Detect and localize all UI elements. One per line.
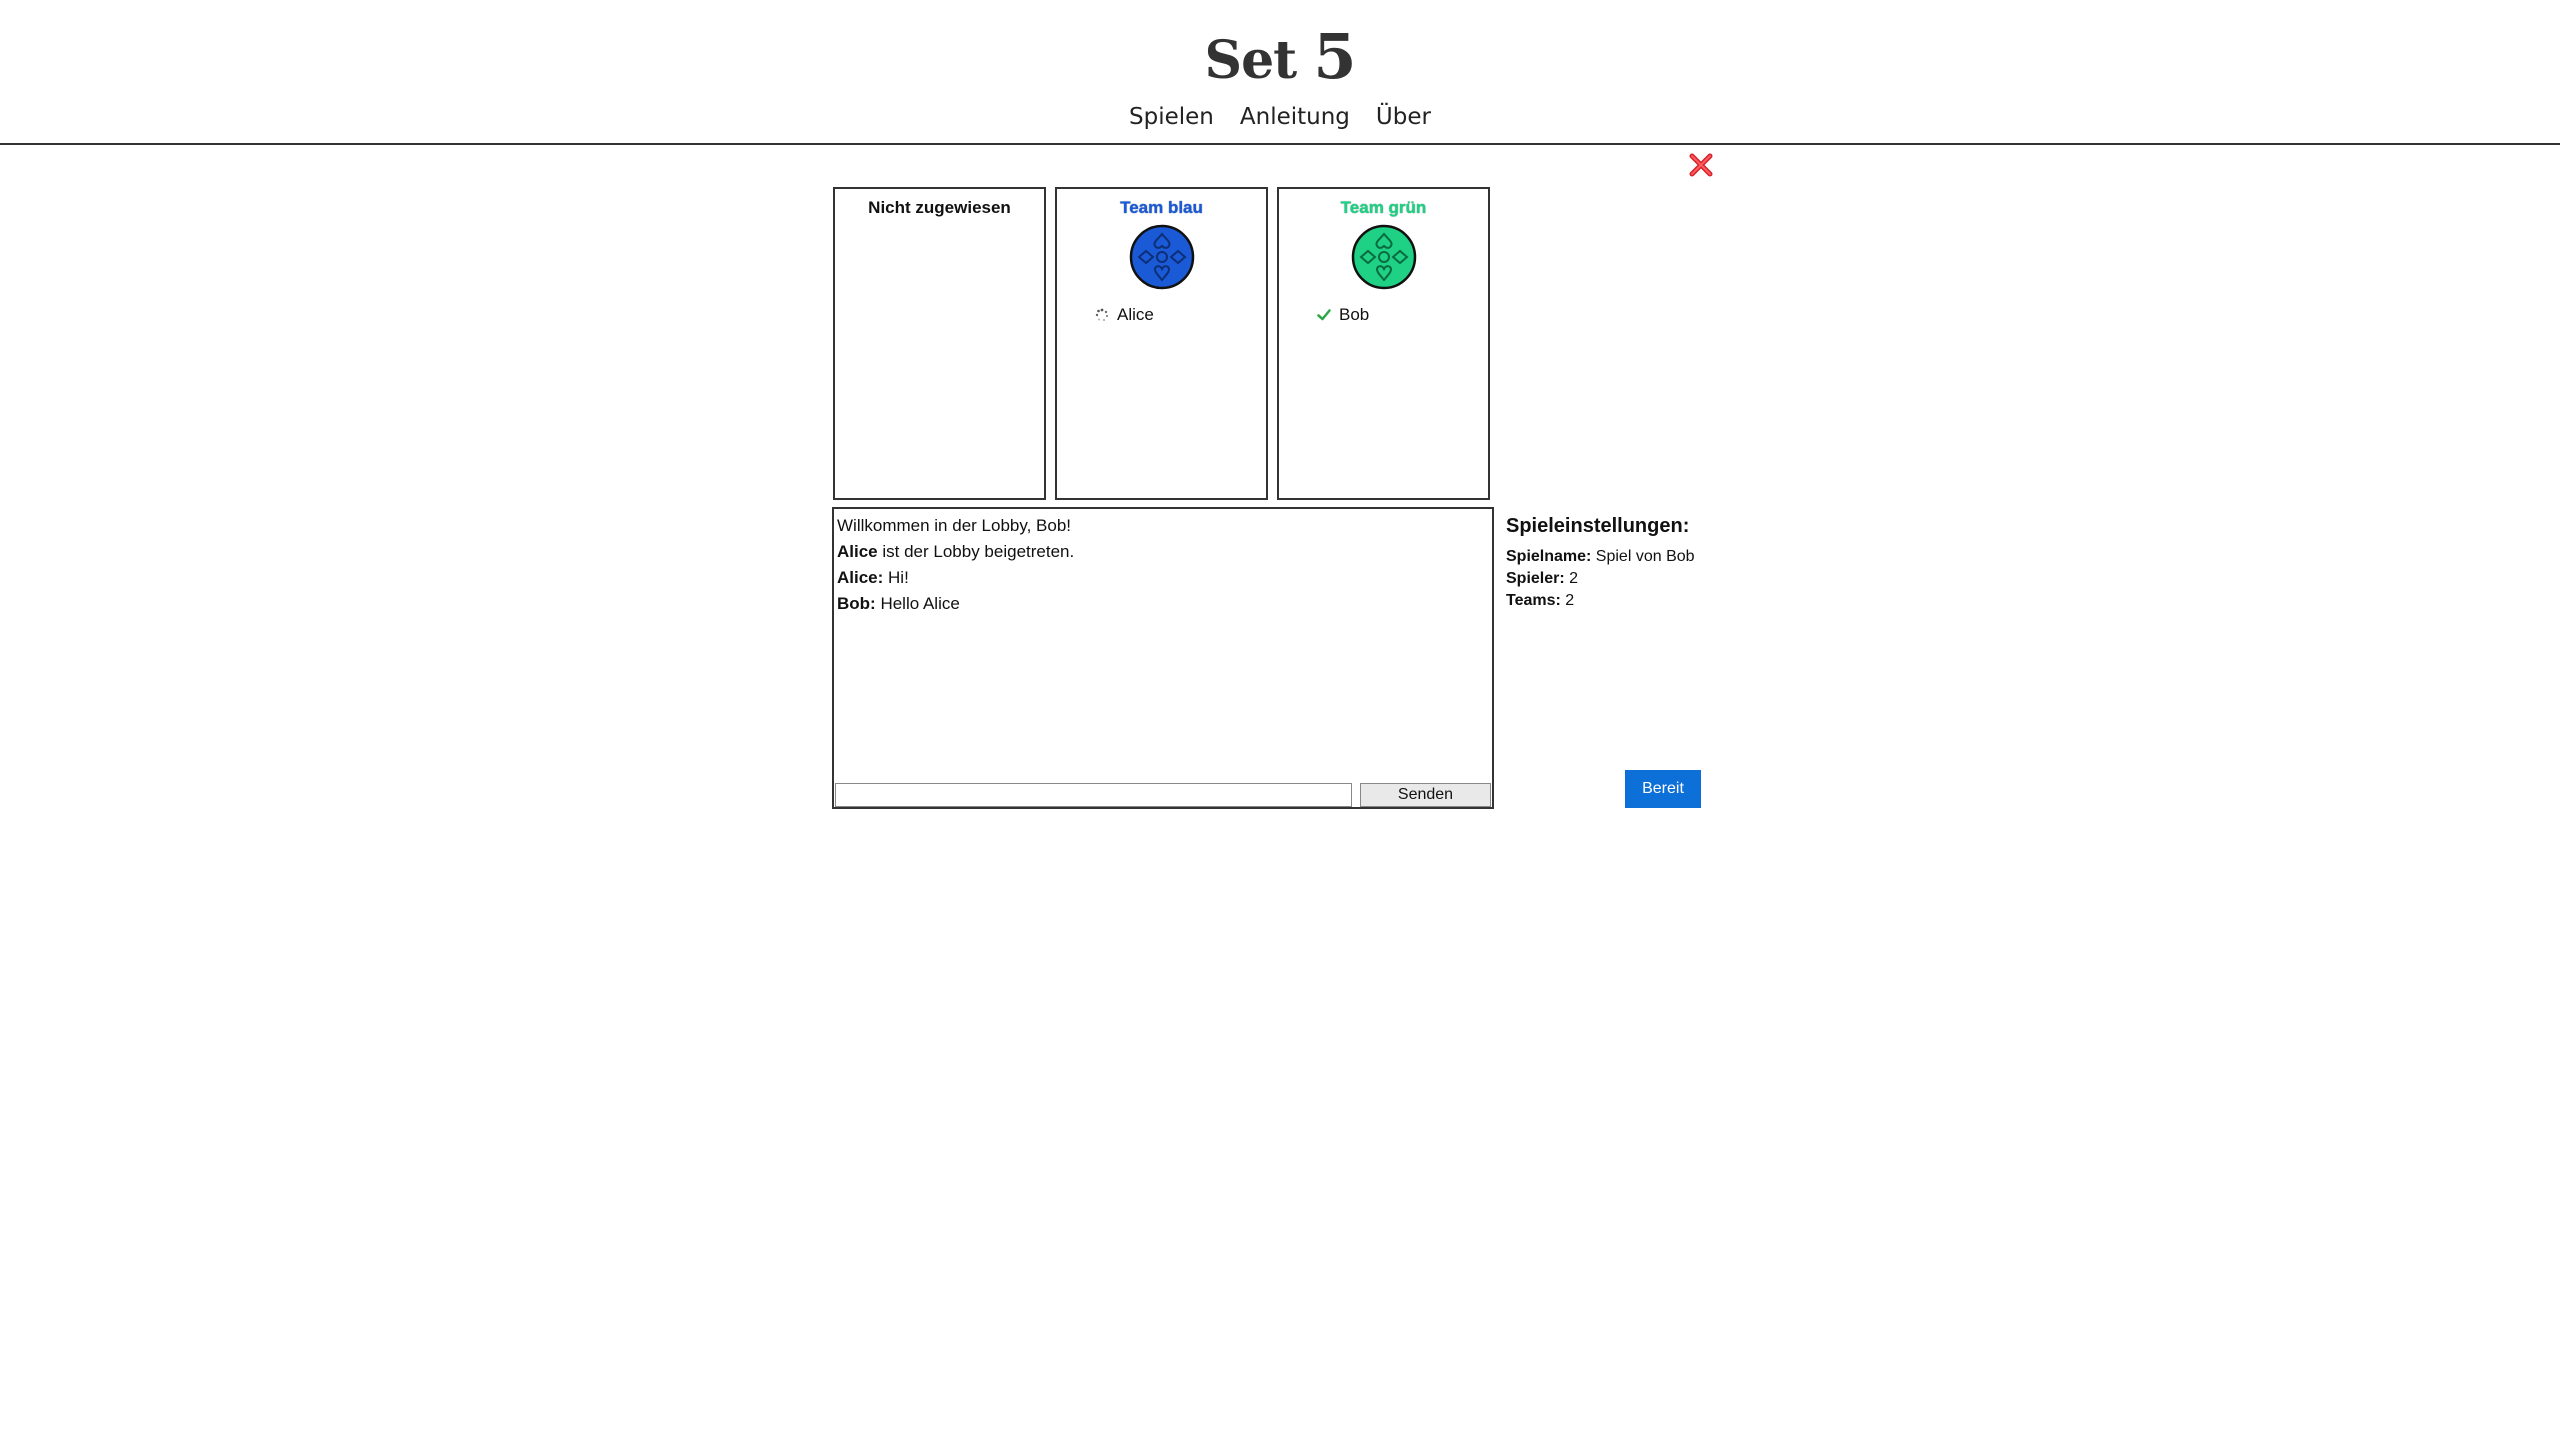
setting-value: 2: [1564, 570, 1579, 587]
nav-spielen[interactable]: Spielen: [1129, 104, 1214, 130]
header-divider: [0, 143, 2560, 145]
chat-sender: Alice:: [837, 568, 884, 587]
card-suits-emblem-icon: [1129, 224, 1194, 290]
setting-players: Spieler: 2: [1506, 568, 1695, 590]
logo-number: 5: [1313, 20, 1356, 93]
loading-spinner-icon: [1095, 308, 1109, 321]
settings-heading: Spieleinstellungen:: [1506, 515, 1690, 537]
game-settings: Spieleinstellungen: Spielname: Spiel von…: [1506, 515, 1695, 612]
team-title-blue: Team blau: [1120, 198, 1203, 217]
chat-text: Hi!: [883, 568, 909, 587]
nav-uber[interactable]: Über: [1376, 104, 1431, 130]
setting-label: Spielname:: [1506, 548, 1592, 565]
team-box-unassigned[interactable]: Nicht zugewiesen: [833, 187, 1046, 500]
setting-value: Spiel von Bob: [1591, 548, 1695, 565]
setting-game-name: Spielname: Spiel von Bob: [1506, 546, 1695, 568]
chat-message: Willkommen in der Lobby, Bob!: [837, 513, 1489, 539]
setting-label: Spieler:: [1506, 570, 1565, 587]
player-alice: Alice: [1095, 305, 1154, 325]
chat-log: Willkommen in der Lobby, Bob! Alice ist …: [834, 509, 1492, 621]
chat-text: ist der Lobby beigetreten.: [877, 542, 1075, 561]
team-title-green: Team grün: [1340, 198, 1427, 217]
chat-sender: Bob:: [837, 594, 876, 613]
player-name: Bob: [1339, 305, 1370, 324]
nav-anleitung[interactable]: Anleitung: [1240, 104, 1350, 130]
team-box-blue[interactable]: Team blau Alice: [1055, 187, 1268, 500]
logo-text: Set: [1204, 30, 1298, 91]
setting-value: 2: [1560, 592, 1575, 609]
team-box-green[interactable]: Team grün Bob: [1277, 187, 1490, 500]
chat-sender: Alice: [837, 542, 878, 561]
ready-button[interactable]: Bereit: [1625, 770, 1701, 808]
send-button[interactable]: Senden: [1360, 783, 1491, 807]
team-title-unassigned: Nicht zugewiesen: [868, 198, 1011, 217]
chat-message: Alice ist der Lobby beigetreten.: [837, 539, 1489, 565]
chat-text: Willkommen in der Lobby, Bob!: [837, 516, 1072, 535]
chat-panel: Willkommen in der Lobby, Bob! Alice ist …: [832, 507, 1494, 809]
close-x-icon[interactable]: [1688, 152, 1714, 178]
chat-message: Alice: Hi!: [837, 565, 1489, 591]
chat-input[interactable]: [835, 783, 1352, 807]
card-suits-emblem-icon: [1351, 224, 1416, 290]
chat-message: Bob: Hello Alice: [837, 591, 1489, 617]
setting-label: Teams:: [1506, 592, 1561, 609]
check-icon: [1317, 309, 1331, 321]
main-nav: Spielen Anleitung Über: [0, 104, 2560, 130]
player-name: Alice: [1117, 305, 1154, 324]
player-bob: Bob: [1317, 305, 1369, 325]
setting-teams: Teams: 2: [1506, 590, 1695, 612]
chat-text: Hello Alice: [875, 594, 960, 613]
site-logo[interactable]: Set 5: [0, 20, 2560, 93]
